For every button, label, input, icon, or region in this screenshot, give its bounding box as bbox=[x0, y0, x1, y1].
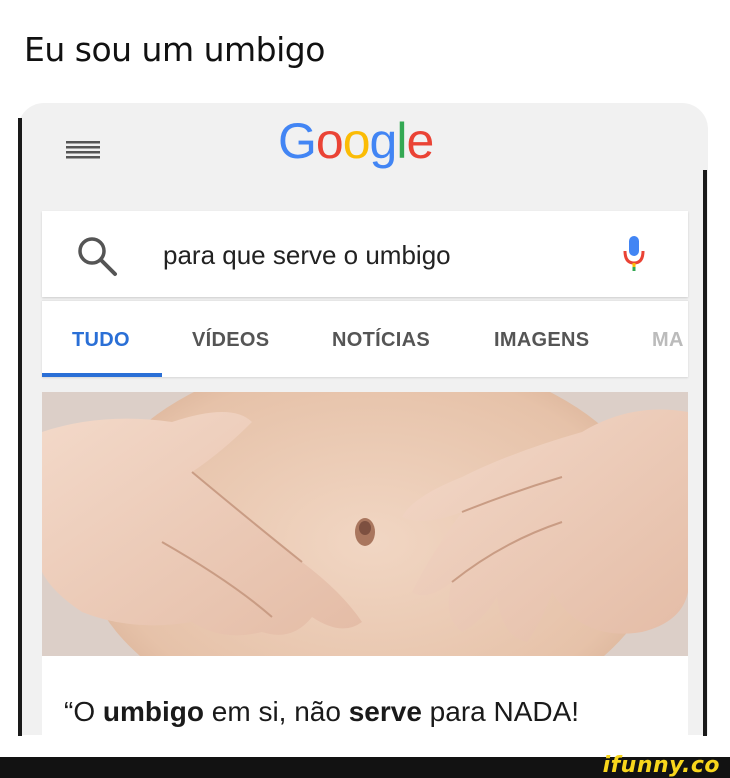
logo-letter: l bbox=[396, 113, 407, 169]
result-snippet: “O umbigo em si, não serve para NADA! bbox=[64, 696, 579, 728]
search-query-input[interactable]: para que serve o umbigo bbox=[163, 240, 451, 271]
phone-bezel-left bbox=[18, 118, 22, 736]
phone-bezel-right bbox=[703, 170, 707, 736]
logo-letter: g bbox=[369, 113, 398, 169]
snippet-text: em si, não bbox=[203, 696, 349, 727]
logo-letter: o bbox=[315, 113, 344, 169]
hamburger-menu-icon[interactable] bbox=[66, 140, 100, 162]
tab-videos[interactable]: VÍDEOS bbox=[192, 329, 269, 352]
snippet-text: para NADA! bbox=[421, 696, 580, 727]
tab-more[interactable]: MA bbox=[652, 329, 684, 352]
snippet-bold: serve bbox=[348, 696, 422, 727]
snippet-text: “O bbox=[64, 696, 103, 727]
logo-letter: e bbox=[406, 113, 434, 169]
google-logo[interactable]: Google bbox=[278, 112, 434, 170]
tab-tudo[interactable]: TUDO bbox=[72, 329, 130, 352]
snippet-bold: umbigo bbox=[102, 696, 204, 727]
logo-letter: G bbox=[278, 113, 317, 169]
search-icon[interactable] bbox=[75, 234, 119, 278]
meme-caption: Eu sou um umbigo bbox=[24, 30, 325, 69]
tab-noticias[interactable]: NOTÍCIAS bbox=[332, 329, 430, 352]
ifunny-watermark: ifunny.co bbox=[602, 753, 720, 778]
tab-imagens[interactable]: IMAGENS bbox=[494, 329, 589, 352]
logo-letter: o bbox=[342, 113, 371, 169]
search-tabs: TUDO VÍDEOS NOTÍCIAS IMAGENS MA bbox=[42, 300, 688, 377]
active-tab-indicator bbox=[42, 373, 162, 377]
result-image[interactable] bbox=[42, 392, 688, 656]
microphone-icon[interactable] bbox=[623, 234, 645, 274]
